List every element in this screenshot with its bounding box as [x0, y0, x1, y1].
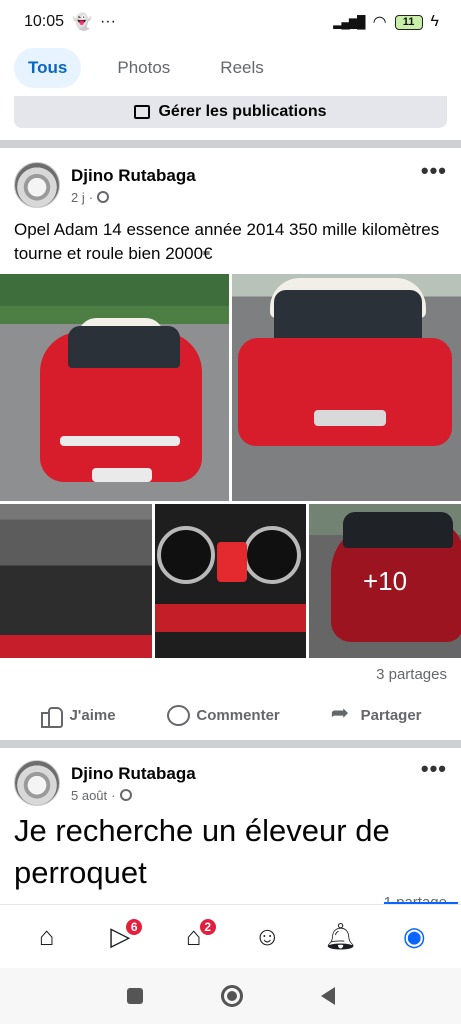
post-time[interactable]: 2 j — [71, 190, 85, 205]
avatar[interactable] — [14, 760, 60, 806]
video-badge: 6 — [124, 916, 145, 937]
profile-icon[interactable]: ◉ — [394, 917, 434, 957]
manage-posts-icon — [134, 105, 151, 119]
public-globe-icon — [119, 789, 132, 801]
manage-posts-label: Gérer les publications — [158, 103, 327, 120]
post-photo-dashboard[interactable] — [155, 504, 306, 658]
tab-tous[interactable]: Tous — [14, 48, 82, 88]
car-grille — [60, 436, 180, 446]
like-button[interactable]: J'aime — [39, 704, 116, 728]
home-icon[interactable]: ⌂ — [27, 917, 67, 957]
car-body — [238, 338, 452, 446]
comment-label: Commenter — [196, 706, 280, 724]
tab-photos[interactable]: Photos — [103, 48, 184, 88]
avatar[interactable] — [14, 162, 60, 208]
like-label: J'aime — [69, 706, 116, 724]
post-more-options-icon[interactable]: ••• — [421, 158, 447, 184]
recents-icon[interactable] — [126, 988, 143, 1004]
filter-tabs: Tous Photos Reels — [0, 44, 461, 90]
tachometer — [243, 526, 301, 584]
share-count[interactable]: 3 partages — [376, 666, 447, 683]
tab-reels[interactable]: Reels — [206, 48, 277, 88]
dashboard-screen — [217, 542, 247, 582]
post-photo-rear[interactable] — [232, 274, 461, 501]
car-plate — [92, 468, 152, 482]
post-photo-front[interactable] — [0, 274, 229, 501]
post-actions: J'aime Commenter Partager — [0, 696, 461, 734]
speedometer — [157, 526, 215, 584]
post-author[interactable]: Djino Rutabaga — [71, 764, 196, 784]
feed-divider — [0, 140, 461, 148]
manage-posts-button[interactable]: Gérer les publications — [14, 96, 447, 128]
signal-icon: ▂▄▆█ — [333, 15, 365, 29]
more-notifications-icon: ··· — [99, 13, 116, 30]
home-system-icon[interactable] — [220, 985, 243, 1007]
share-label: Partager — [360, 706, 422, 724]
post-time[interactable]: 5 août — [71, 788, 107, 803]
post-text: Opel Adam 14 essence année 2014 350 mill… — [14, 220, 440, 263]
car-plate — [314, 410, 386, 426]
share-icon — [331, 700, 353, 726]
comment-icon — [166, 704, 191, 726]
marketplace-badge: 2 — [197, 916, 218, 937]
back-icon[interactable] — [320, 987, 335, 1005]
bell-icon[interactable]: 🔔︎ — [321, 917, 361, 957]
battery-icon: 11 — [394, 14, 423, 30]
comment-button[interactable]: Commenter — [166, 704, 280, 726]
groups-icon[interactable]: ☺ — [247, 917, 287, 957]
like-icon — [39, 704, 64, 728]
car-rear-window — [274, 290, 422, 342]
car-windshield — [68, 326, 180, 368]
share-button[interactable]: Partager — [331, 700, 422, 726]
snapchat-icon: 👻 — [72, 14, 92, 31]
post-more-options-icon[interactable]: ••• — [421, 756, 447, 782]
wifi-icon: ◠ — [372, 14, 387, 31]
marketplace-icon[interactable]: ⌂ 2 — [174, 916, 218, 957]
video-icon[interactable]: ▷ 6 — [100, 916, 145, 957]
feed-divider — [0, 740, 461, 748]
charging-icon: ϟ — [430, 13, 439, 30]
post-photo-trunk[interactable] — [0, 504, 152, 658]
post-header: Djino Rutabaga 5 août · — [14, 760, 196, 806]
post-author[interactable]: Djino Rutabaga — [71, 166, 196, 186]
status-bar: 10:05 👻 ··· ▂▄▆█ ◠ 11 ϟ — [0, 0, 461, 44]
more-photos-overlay[interactable]: +10 — [309, 504, 461, 658]
system-navigation — [0, 968, 461, 1024]
dashboard-trim — [155, 604, 306, 632]
post-text: Je recherche un éleveur de perroquet — [14, 813, 390, 890]
post-header: Djino Rutabaga 2 j · — [14, 162, 196, 208]
bottom-navigation: ⌂ ▷ 6 ⌂ 2 ☺ 🔔︎ ◉ — [0, 904, 461, 968]
public-globe-icon — [97, 191, 110, 203]
post-photo-side[interactable]: +10 — [309, 504, 461, 658]
status-time: 10:05 — [24, 13, 65, 30]
